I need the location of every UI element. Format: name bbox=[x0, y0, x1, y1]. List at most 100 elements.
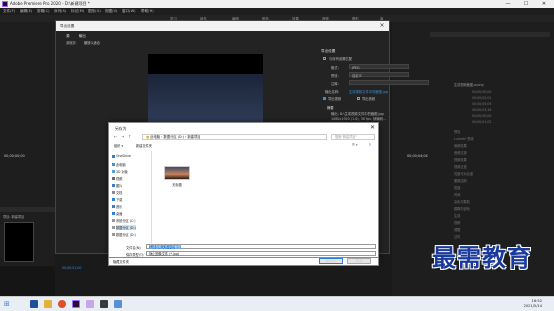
app-icon[interactable] bbox=[114, 300, 122, 308]
maximize-button[interactable]: ☐ bbox=[518, 0, 534, 8]
preset-select[interactable]: 自定义 bbox=[349, 72, 409, 78]
effects-item[interactable]: 视频效果 bbox=[454, 157, 467, 162]
list-item[interactable]: 00;00;03;16 bbox=[472, 108, 491, 112]
folder-icon[interactable] bbox=[44, 300, 52, 308]
nav-item-desktop[interactable]: 桌面 bbox=[112, 211, 123, 216]
output-name-label: 输出名称: bbox=[325, 90, 340, 94]
menu-view[interactable]: 视图(V) bbox=[105, 9, 117, 14]
save-as-dialog: 另存为 ✕ ← → ↑ ■ 此电脑 › 数据分区 (D:) › 新建项目 搜索"… bbox=[108, 122, 379, 258]
right-panel-header bbox=[430, 32, 550, 37]
save-dialog-footer: 隐藏文件夹 保存(S) 取消 bbox=[108, 258, 379, 266]
nav-label: 3D 对象 bbox=[116, 170, 128, 174]
list-item[interactable]: 00;00;01;02 bbox=[472, 120, 491, 124]
drive-icon bbox=[112, 219, 115, 222]
breadcrumb-item[interactable]: 新建项目 bbox=[187, 135, 200, 139]
forward-arrow-icon[interactable]: → bbox=[121, 134, 124, 139]
list-item[interactable]: 00;00;00;00 bbox=[472, 90, 491, 94]
menu-clip[interactable]: 剪辑(C) bbox=[37, 9, 50, 14]
menu-help[interactable]: 帮助(H) bbox=[141, 9, 154, 14]
nav-item-3d[interactable]: 3D 对象 bbox=[112, 169, 128, 174]
source-scaling-select[interactable]: 缩放以适合 bbox=[84, 40, 100, 45]
format-select[interactable]: JPEG bbox=[349, 64, 409, 70]
search-input[interactable]: 搜索"新建项目" bbox=[331, 134, 375, 140]
effects-item[interactable]: 模糊与锐化 bbox=[454, 206, 470, 211]
address-bar[interactable]: ■ 此电脑 › 数据分区 (D:) › 新建项目 bbox=[142, 134, 327, 140]
export-close-button[interactable]: × bbox=[377, 22, 387, 30]
windows-start-icon[interactable]: ⊞ bbox=[4, 300, 10, 308]
menu-file[interactable]: 文件(F) bbox=[3, 9, 15, 14]
effects-item[interactable]: 生成 bbox=[454, 213, 460, 218]
effects-item[interactable]: 视频过渡 bbox=[454, 164, 467, 169]
cancel-button[interactable]: 取消 bbox=[347, 258, 371, 264]
effects-item[interactable]: 调整 bbox=[454, 227, 460, 232]
effects-item[interactable]: 扭曲 bbox=[454, 185, 460, 190]
nav-item-drive-c[interactable]: 系统分区 (C:) bbox=[112, 218, 136, 223]
menu-window[interactable]: 窗口(W) bbox=[122, 9, 136, 14]
tab-output[interactable]: 输出 bbox=[79, 34, 86, 38]
comment-field[interactable] bbox=[349, 80, 429, 85]
export-video-checkbox[interactable] bbox=[323, 97, 326, 100]
nav-item-drive-d[interactable]: 数据分区 (D:) bbox=[112, 225, 136, 230]
effects-item[interactable]: 杂色与颗粒 bbox=[454, 199, 470, 204]
organize-button[interactable]: 组织 ▾ bbox=[114, 143, 123, 148]
match-sequence-checkbox[interactable] bbox=[323, 57, 326, 60]
nav-item-thispc[interactable]: 此电脑 bbox=[112, 162, 126, 167]
filetype-select[interactable]: 静止图像文件 (*.jpg) bbox=[146, 251, 376, 256]
nav-item-pictures[interactable]: 图片 bbox=[112, 183, 123, 188]
navigation-pane: OneDrive 此电脑 3D 对象 视频 图片 文档 下载 音乐 桌面 系统分… bbox=[112, 151, 152, 243]
export-audio-checkbox[interactable] bbox=[357, 97, 360, 100]
help-icon[interactable]: ? bbox=[369, 143, 371, 147]
nav-item-downloads[interactable]: 下载 bbox=[112, 197, 122, 202]
list-item[interactable]: 00;00;00;00 bbox=[472, 114, 491, 118]
nav-label: 桌面 bbox=[116, 212, 123, 216]
timecode-b: 00;00;01;00 bbox=[62, 266, 82, 270]
nav-item-drive-d2[interactable]: 数据分区 (D:) bbox=[112, 232, 136, 237]
list-item[interactable]: 00;00;05;09 bbox=[472, 102, 491, 106]
nav-label: 视频 bbox=[116, 177, 123, 181]
menu-marker[interactable]: 标记(M) bbox=[71, 9, 84, 14]
effects-item[interactable]: 图像控制 bbox=[454, 178, 467, 183]
nav-item-videos[interactable]: 视频 bbox=[112, 176, 123, 181]
filename-input[interactable]: 生成视频文件中的截图 bbox=[146, 244, 376, 249]
up-arrow-icon[interactable]: ↑ bbox=[128, 134, 131, 139]
export-audio-label: 导出音频 bbox=[362, 97, 376, 101]
effects-item[interactable]: 亮度与对比度 bbox=[454, 171, 473, 176]
chrome-icon[interactable] bbox=[58, 300, 66, 308]
hide-folders-toggle[interactable]: 隐藏文件夹 bbox=[113, 259, 129, 264]
effects-item[interactable]: 音频效果 bbox=[454, 143, 467, 148]
file-item[interactable]: 无标题 bbox=[162, 166, 192, 196]
breadcrumb-item[interactable]: 此电脑 bbox=[150, 135, 160, 139]
premiere-icon[interactable] bbox=[72, 300, 80, 308]
app-icon[interactable] bbox=[100, 300, 108, 308]
nav-item-documents[interactable]: 文档 bbox=[112, 190, 122, 195]
list-item[interactable]: 00;00;02;01 bbox=[472, 96, 491, 100]
view-options-icon[interactable]: ☰ ▾ bbox=[352, 143, 357, 147]
cloud-icon bbox=[112, 155, 115, 158]
save-dialog-close-button[interactable]: ✕ bbox=[370, 124, 375, 131]
minimize-button[interactable]: — bbox=[500, 0, 516, 8]
command-bar: 组织 ▾ 新建文件夹 ☰ ▾ ? bbox=[112, 142, 377, 149]
menu-sequence[interactable]: 序列(S) bbox=[54, 9, 66, 14]
nav-label: 图片 bbox=[116, 184, 123, 188]
app-icon[interactable] bbox=[86, 300, 94, 308]
new-folder-button[interactable]: 新建文件夹 bbox=[136, 143, 152, 148]
menu-edit[interactable]: 编辑(E) bbox=[20, 9, 32, 14]
system-clock[interactable]: 16:52 2021/5/14 bbox=[524, 299, 542, 308]
output-name-link[interactable]: 生成视频文件中的截图.jpg bbox=[349, 89, 388, 94]
breadcrumb-item[interactable]: 数据分区 (D:) bbox=[164, 135, 184, 139]
effects-item[interactable]: 视频 bbox=[454, 220, 460, 225]
save-button[interactable]: 保存(S) bbox=[319, 258, 343, 264]
effects-item[interactable]: 预设 bbox=[454, 129, 460, 134]
effects-item[interactable]: 时间 bbox=[454, 192, 460, 197]
nav-item-music[interactable]: 音乐 bbox=[112, 204, 122, 209]
cube-icon bbox=[112, 170, 115, 173]
effects-item[interactable]: Lumetri 预设 bbox=[454, 136, 474, 141]
project-thumbnail[interactable] bbox=[4, 222, 34, 262]
close-button[interactable]: ✕ bbox=[536, 0, 552, 8]
back-arrow-icon[interactable]: ← bbox=[114, 134, 117, 139]
effects-item[interactable]: 音频过渡 bbox=[454, 150, 467, 155]
tab-source[interactable]: 源 bbox=[66, 34, 70, 38]
nav-item-onedrive[interactable]: OneDrive bbox=[112, 154, 131, 158]
menu-graphics[interactable]: 图形(G) bbox=[88, 9, 101, 14]
taskbar-app-icon[interactable] bbox=[30, 300, 38, 308]
